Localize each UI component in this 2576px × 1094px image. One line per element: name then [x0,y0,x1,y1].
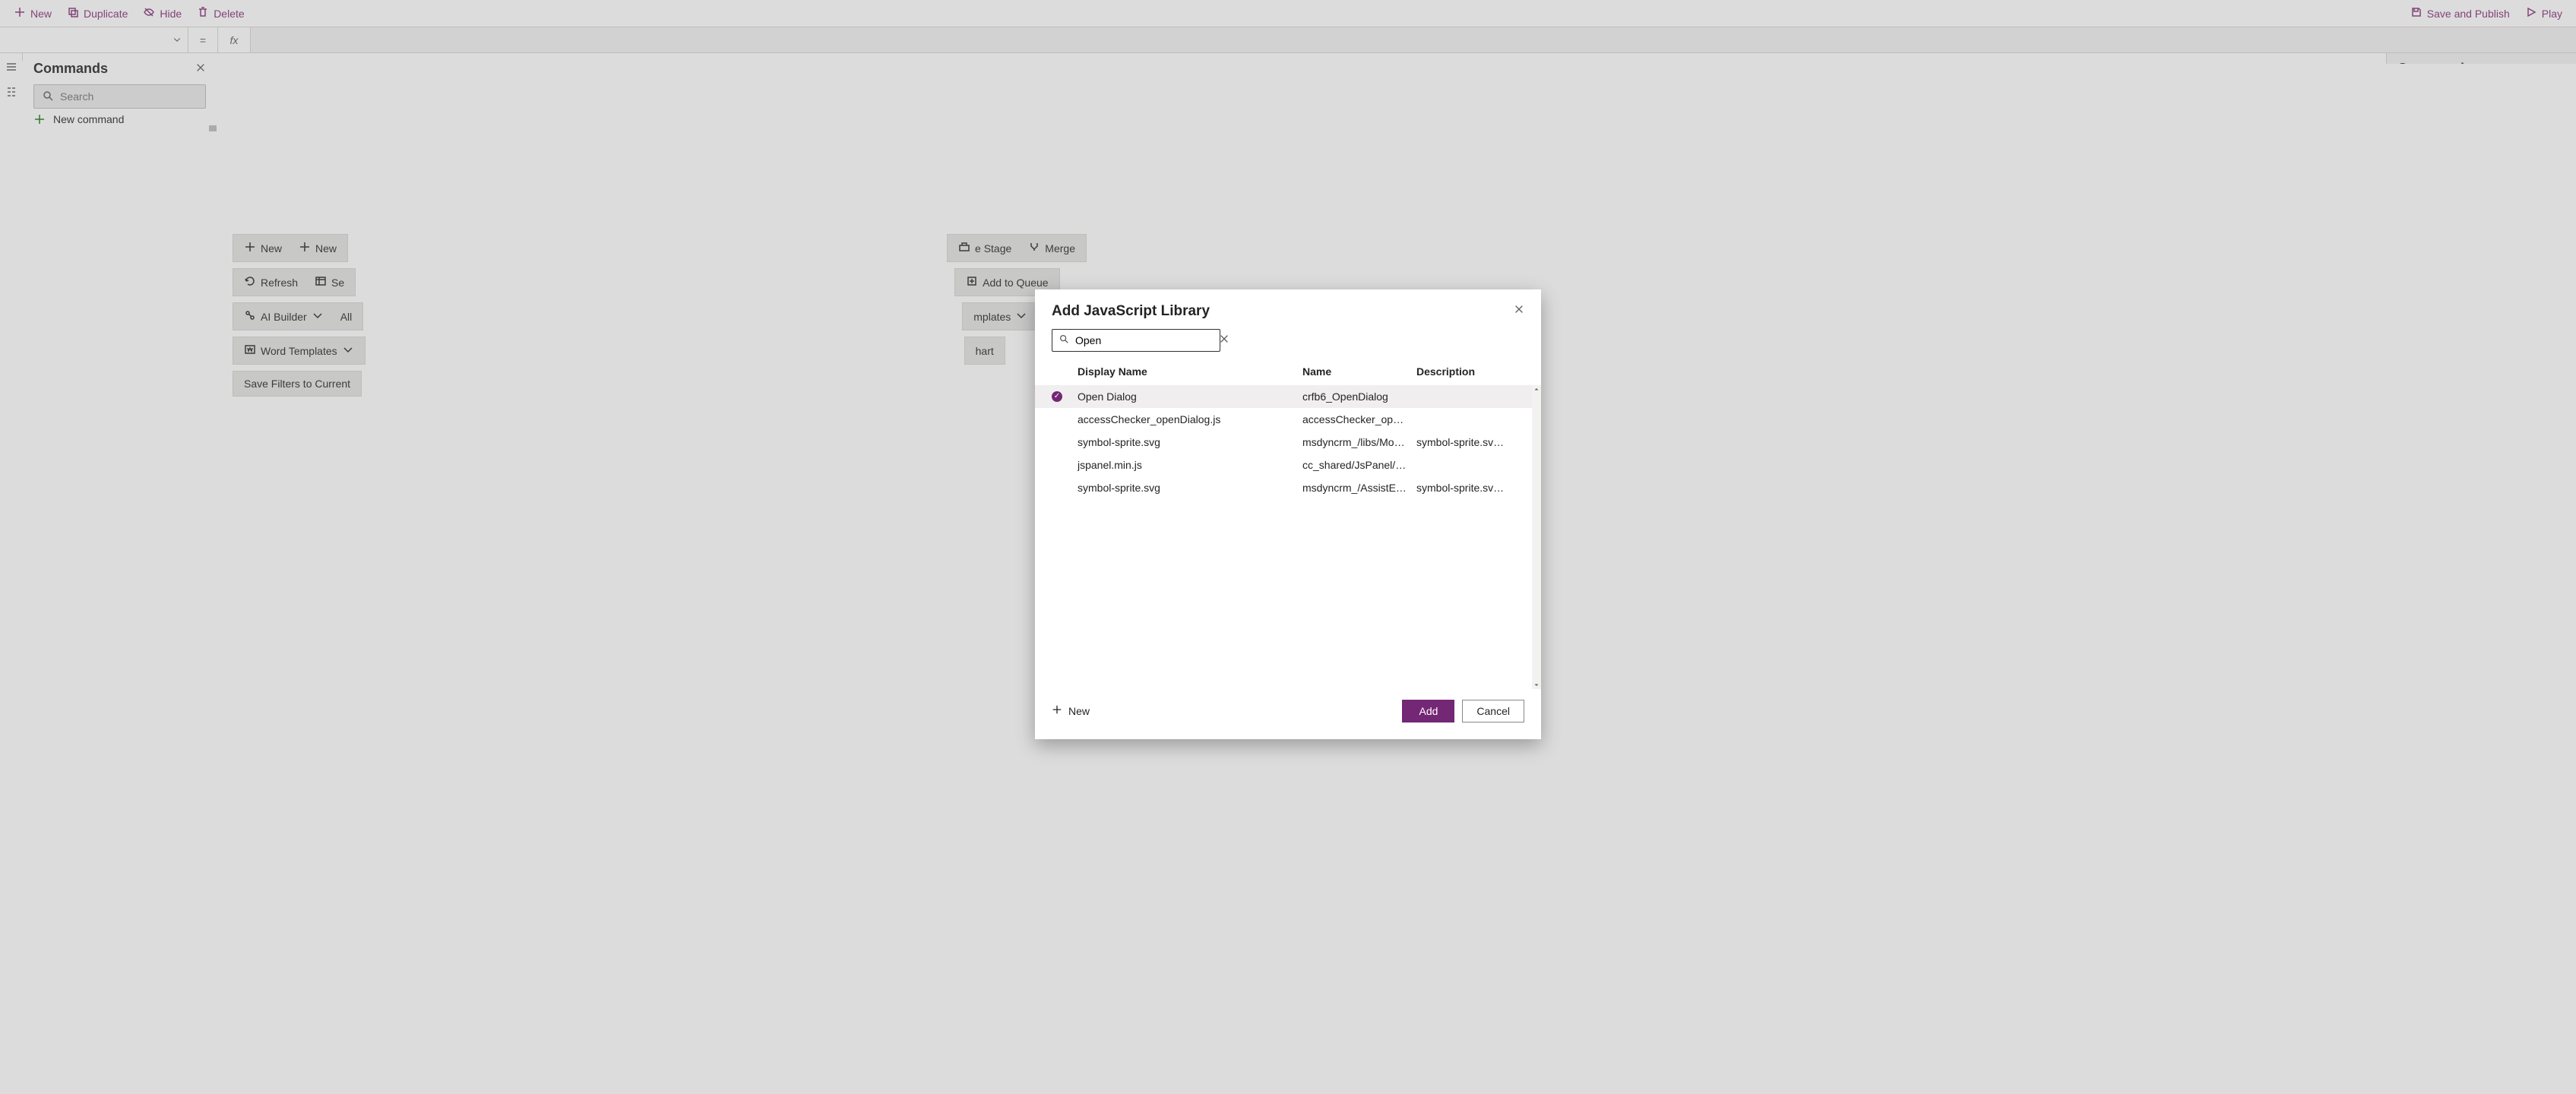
row-display: Open Dialog [1078,390,1302,403]
search-icon [1059,334,1069,346]
library-table: ✓Open Dialogcrfb6_OpenDialogaccessChecke… [1035,385,1541,689]
th-description[interactable]: Description [1416,365,1524,378]
row-description: symbol-sprite.sv… [1416,482,1524,494]
library-row[interactable]: symbol-sprite.svgmsdyncrm_/libs/Monaco…s… [1035,431,1541,454]
row-description: symbol-sprite.sv… [1416,436,1524,448]
scrollbar-track [1532,385,1541,689]
cancel-button[interactable]: Cancel [1462,700,1524,722]
close-icon[interactable] [1514,304,1524,318]
row-check[interactable]: ✓ [1052,391,1078,402]
table-header-row: Display Name Name Description [1035,358,1541,385]
row-display: symbol-sprite.svg [1078,436,1302,448]
library-row[interactable]: symbol-sprite.svgmsdyncrm_/AssistEditCo…… [1035,476,1541,499]
row-name: accessChecker_openDial… [1302,413,1416,425]
row-name: msdyncrm_/libs/Monaco… [1302,436,1416,448]
row-name: crfb6_OpenDialog [1302,390,1416,403]
add-button[interactable]: Add [1402,700,1454,722]
row-name: msdyncrm_/AssistEditCo… [1302,482,1416,494]
row-display: symbol-sprite.svg [1078,482,1302,494]
clear-icon[interactable] [1219,334,1229,346]
library-search-input[interactable] [1075,334,1213,346]
scroll-up-arrow[interactable] [1532,385,1541,393]
new-label: New [1068,705,1090,717]
plus-icon [1052,704,1062,717]
row-display: accessChecker_openDialog.js [1078,413,1302,425]
row-name: cc_shared/JsPanel/4.6.0/… [1302,459,1416,471]
row-display: jspanel.min.js [1078,459,1302,471]
modal-title: Add JavaScript Library [1052,303,1210,320]
th-display-name[interactable]: Display Name [1078,365,1302,378]
library-row[interactable]: accessChecker_openDialog.jsaccessChecker… [1035,408,1541,431]
library-search[interactable] [1052,329,1220,352]
library-row[interactable]: ✓Open Dialogcrfb6_OpenDialog [1035,385,1541,408]
add-js-library-dialog: Add JavaScript Library Display Name Name… [1035,289,1541,739]
library-row[interactable]: jspanel.min.jscc_shared/JsPanel/4.6.0/… [1035,454,1541,476]
new-library-button[interactable]: New [1052,704,1090,717]
th-name[interactable]: Name [1302,365,1416,378]
scroll-down-arrow[interactable] [1532,681,1541,689]
